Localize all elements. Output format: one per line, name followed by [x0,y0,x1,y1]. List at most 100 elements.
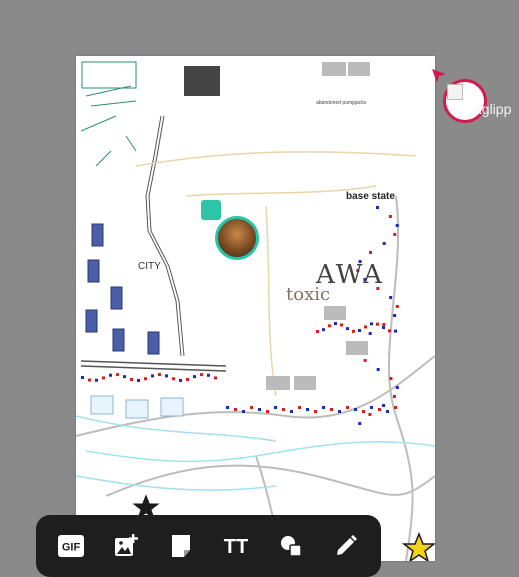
label-city: CITY [138,261,161,272]
boundary-dot [382,326,385,330]
boundary-dot [116,373,119,377]
shapes-icon [280,536,302,557]
boundary-dot [290,410,293,413]
boundary-dot [242,410,245,413]
boundary-dot [393,314,397,317]
boundary-dot [354,408,357,411]
text-icon: TT [224,536,248,557]
boundary-dot [165,374,168,378]
boundary-dot [214,376,217,380]
boundary-dot [394,406,397,409]
boundary-dot [376,322,379,326]
boundary-dot [95,378,98,382]
boundary-dot [346,406,349,409]
boundary-dot [314,410,317,413]
pencil-icon [336,535,357,555]
remote-cursor-icon [432,69,446,83]
boundary-dot [338,410,341,413]
boundary-dot [395,305,399,308]
boundary-dot [389,296,393,299]
boundary-dot [393,233,397,236]
boundary-dot [250,406,253,409]
shapes-button[interactable] [271,526,311,566]
boundary-dot [274,406,277,409]
boundary-dot [282,408,285,411]
boundary-dot [346,327,349,331]
gif-button[interactable]: GIF [51,526,91,566]
boundary-dot [123,375,126,379]
gif-label: GIF [62,542,81,554]
boundary-dot [334,322,337,326]
boundary-dot [395,386,399,389]
boundary-dot [322,328,325,332]
boundary-dot [382,404,386,407]
boundary-dot [298,406,301,409]
boundary-dot [207,373,210,377]
boundary-dot [144,377,147,381]
boundary-dot [340,323,343,327]
local-cursor-pointer [201,200,221,220]
boundary-dot [306,408,309,411]
boundary-dot [81,376,84,379]
broken-image-icon [447,84,463,100]
boundary-dot [358,329,361,333]
sticky-note-button[interactable] [161,526,201,566]
boundary-dot [193,375,196,379]
boundary-dot [151,374,154,378]
remote-user-name: aglipp [474,101,512,117]
bottom-toolbar: GIF TT [36,515,381,577]
boundary-dot [258,408,261,411]
boundary-dot [358,422,362,425]
boundary-dot [226,406,229,409]
boundary-dot [388,215,392,218]
boundary-dot [179,378,182,382]
boundary-dot [370,406,373,409]
boundary-dot [234,408,237,411]
boundary-dot [389,377,393,380]
boundary-dot [88,378,91,382]
drawing-canvas[interactable]: base state AWA toxic CITY abandoned pump… [76,56,435,561]
boundary-dot [378,408,381,411]
gif-icon: GIF [58,535,85,557]
boundary-dot [200,373,203,377]
boundary-dot [266,410,269,413]
label-abandoned-pumpjacks: abandoned pumpjacks [316,100,367,106]
boundary-dot [392,395,396,398]
text-button[interactable]: TT [216,526,256,566]
boundary-dot [362,410,365,413]
boundary-dot [363,359,367,362]
boundary-dot [330,408,333,411]
boundary-dot [382,242,386,245]
boundary-dot [130,377,133,381]
boundary-dot [368,332,372,335]
boundary-dot [364,325,367,329]
boundary-dot [376,368,380,371]
boundary-dot [158,373,161,377]
boundary-dot [368,413,372,416]
boundary-dot [109,373,112,377]
boundary-dot [395,224,399,227]
canvas-drawing [76,61,435,561]
boundary-dot [376,206,379,209]
boundary-dot [352,329,355,333]
add-image-button[interactable] [106,526,146,566]
local-user-avatar [215,216,259,260]
boundary-dot [382,323,386,326]
boundary-dot [316,330,319,333]
pencil-button[interactable] [326,526,366,566]
boundary-dot [370,322,373,326]
boundary-dot [102,376,105,380]
boundary-dot [322,406,325,409]
label-toxic: toxic [286,284,331,305]
boundary-dot [388,329,391,333]
image-add-icon [115,534,139,556]
sticky-note-icon [172,535,191,557]
boundary-dot [394,329,397,333]
boundary-dot [186,377,189,381]
text-tool-label: TT [224,536,248,557]
label-base-state: base state [346,191,395,202]
boundary-dot [172,377,175,381]
boundary-dot [368,251,372,254]
boundary-dot [137,378,140,382]
boundary-dot [328,324,331,328]
